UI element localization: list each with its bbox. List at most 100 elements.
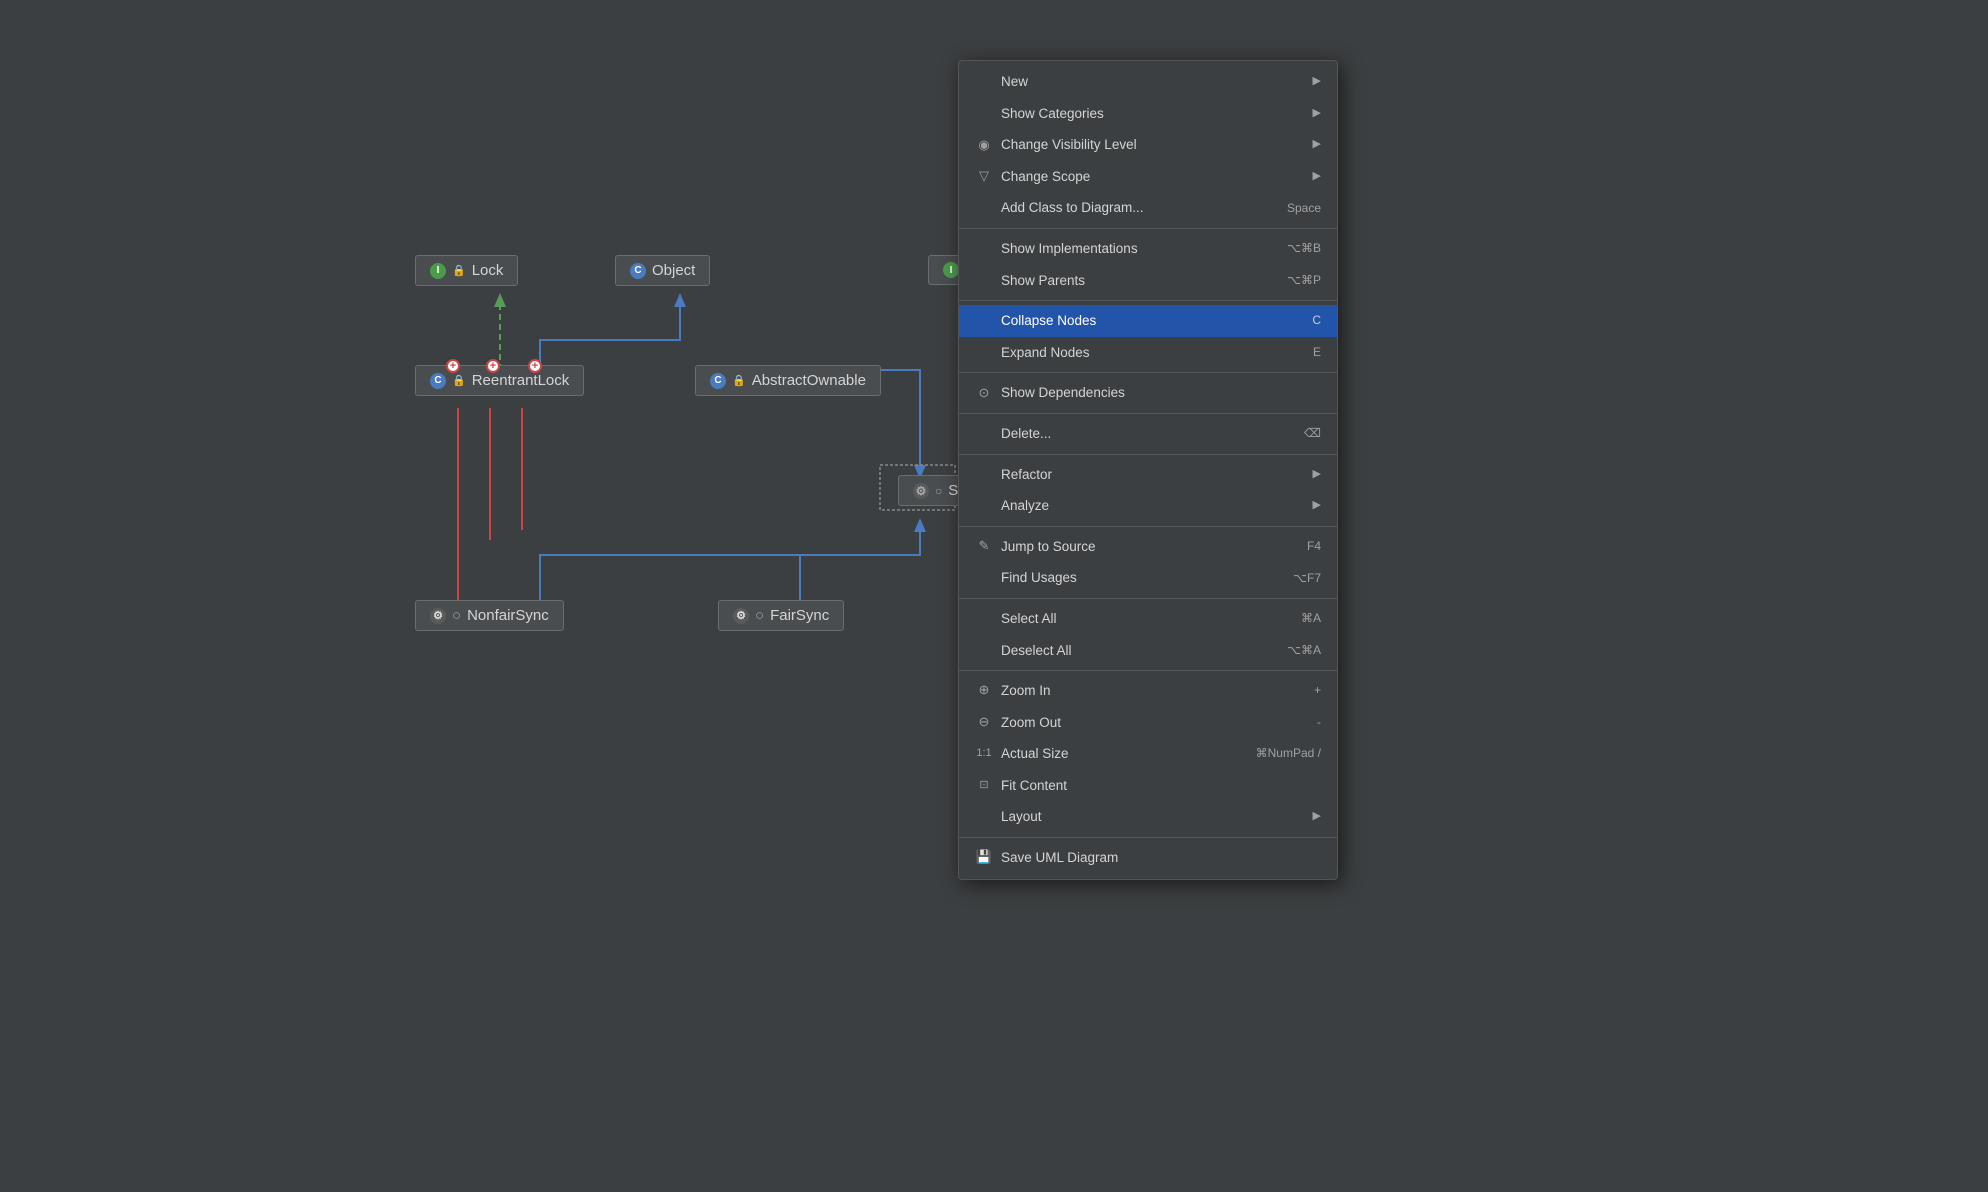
menu-label: Collapse Nodes <box>1001 310 1096 332</box>
node-label: FairSync <box>770 607 829 624</box>
gear-icon: ⚙ <box>733 608 749 624</box>
menu-label: Jump to Source <box>1001 536 1096 558</box>
menu-item-analyze[interactable]: Analyze ▶ <box>959 490 1337 522</box>
menu-label: Change Scope <box>1001 166 1090 188</box>
lock-icon: 🔒 <box>452 264 466 277</box>
shortcut-label: + <box>1314 681 1321 700</box>
submenu-arrow: ▶ <box>1313 73 1321 91</box>
menu-label: Show Dependencies <box>1001 382 1125 404</box>
class-icon: C <box>430 373 446 389</box>
menu-item-add-class[interactable]: Add Class to Diagram... Space <box>959 192 1337 224</box>
shortcut-label: - <box>1317 713 1321 732</box>
uml-node-abstractownable[interactable]: C 🔒 AbstractOwnable <box>695 365 881 396</box>
eye-icon: ◉ <box>975 135 993 156</box>
menu-item-deselect-all[interactable]: Deselect All ⌥⌘A <box>959 635 1337 667</box>
menu-item-refactor[interactable]: Refactor ▶ <box>959 459 1337 491</box>
separator-5 <box>959 454 1337 455</box>
separator-9 <box>959 837 1337 838</box>
menu-item-layout[interactable]: Layout ▶ <box>959 801 1337 833</box>
menu-label: Analyze <box>1001 495 1049 517</box>
menu-label: Layout <box>1001 806 1042 828</box>
menu-label: Select All <box>1001 608 1057 630</box>
uml-node-nonfairsync[interactable]: ⚙ ○ NonfairSync <box>415 600 564 631</box>
menu-label: Change Visibility Level <box>1001 134 1137 156</box>
link-icon: ⊙ <box>975 383 993 404</box>
menu-item-change-visibility[interactable]: ◉ Change Visibility Level ▶ <box>959 129 1337 161</box>
zoom-in-icon: ⊕ <box>975 680 993 701</box>
submenu-arrow: ▶ <box>1313 808 1321 826</box>
menu-label: Expand Nodes <box>1001 342 1090 364</box>
class-icon: C <box>630 263 646 279</box>
dot-label: ○ <box>755 607 764 624</box>
context-menu: New ▶ Show Categories ▶ ◉ Change Visibil… <box>958 60 1338 880</box>
uml-node-fairsync[interactable]: ⚙ ○ FairSync <box>718 600 844 631</box>
menu-label: Refactor <box>1001 464 1052 486</box>
fit-content-icon: ⊡ <box>975 777 993 795</box>
menu-label: Delete... <box>1001 423 1051 445</box>
menu-label: Deselect All <box>1001 640 1072 662</box>
shortcut-label: C <box>1312 311 1321 330</box>
shortcut-label: ⌘A <box>1301 609 1321 628</box>
menu-item-delete[interactable]: Delete... ⌫ <box>959 418 1337 450</box>
menu-label: Zoom Out <box>1001 712 1061 734</box>
menu-item-select-all[interactable]: Select All ⌘A <box>959 603 1337 635</box>
node-label: NonfairSync <box>467 607 549 624</box>
menu-label: Fit Content <box>1001 775 1067 797</box>
menu-item-find-usages[interactable]: Find Usages ⌥F7 <box>959 562 1337 594</box>
separator-4 <box>959 413 1337 414</box>
menu-label: Show Categories <box>1001 103 1104 125</box>
node-label: Object <box>652 262 695 279</box>
menu-item-show-dependencies[interactable]: ⊙ Show Dependencies <box>959 377 1337 409</box>
plus-handle-1[interactable]: + <box>446 359 460 373</box>
separator-3 <box>959 372 1337 373</box>
menu-item-new[interactable]: New ▶ <box>959 66 1337 98</box>
lock-icon: 🔒 <box>452 374 466 387</box>
menu-label: Find Usages <box>1001 567 1077 589</box>
separator-7 <box>959 598 1337 599</box>
node-label: AbstractOwnable <box>752 372 866 389</box>
uml-node-lock[interactable]: I 🔒 Lock <box>415 255 518 286</box>
actual-size-icon: 1:1 <box>975 745 993 763</box>
separator-6 <box>959 526 1337 527</box>
menu-item-fit-content[interactable]: ⊡ Fit Content <box>959 770 1337 802</box>
filter-icon: ▽ <box>975 166 993 187</box>
submenu-arrow: ▶ <box>1313 497 1321 515</box>
plus-handle-3[interactable]: + <box>528 359 542 373</box>
partial-label: S <box>948 482 958 499</box>
class-icon: C <box>710 373 726 389</box>
menu-item-jump-to-source[interactable]: ✎ Jump to Source F4 <box>959 531 1337 563</box>
gear-icon: ⚙ <box>913 483 929 499</box>
gear-icon: ⚙ <box>430 608 446 624</box>
uml-node-object[interactable]: C Object <box>615 255 710 286</box>
dot-label: ○ <box>935 484 942 498</box>
shortcut-label: ⌥F7 <box>1293 569 1321 588</box>
menu-item-show-categories[interactable]: Show Categories ▶ <box>959 98 1337 130</box>
menu-item-collapse-nodes[interactable]: Collapse Nodes C <box>959 305 1337 337</box>
menu-item-expand-nodes[interactable]: Expand Nodes E <box>959 337 1337 369</box>
menu-item-show-parents[interactable]: Show Parents ⌥⌘P <box>959 265 1337 297</box>
zoom-out-icon: ⊖ <box>975 712 993 733</box>
menu-item-change-scope[interactable]: ▽ Change Scope ▶ <box>959 161 1337 193</box>
submenu-arrow: ▶ <box>1313 168 1321 186</box>
shortcut-label: ⌫ <box>1304 424 1321 443</box>
menu-label: Actual Size <box>1001 743 1069 765</box>
menu-item-zoom-in[interactable]: ⊕ Zoom In + <box>959 675 1337 707</box>
menu-label: New <box>1001 71 1028 93</box>
menu-item-save-uml[interactable]: 💾 Save UML Diagram <box>959 842 1337 874</box>
shortcut-label: ⌥⌘P <box>1287 271 1321 290</box>
interface-icon: I <box>430 263 446 279</box>
submenu-arrow: ▶ <box>1313 136 1321 154</box>
plus-handle-2[interactable]: + <box>486 359 500 373</box>
menu-item-show-implementations[interactable]: Show Implementations ⌥⌘B <box>959 233 1337 265</box>
shortcut-label: ⌥⌘A <box>1287 641 1321 660</box>
shortcut-label: F4 <box>1307 537 1321 556</box>
menu-label: Add Class to Diagram... <box>1001 197 1144 219</box>
uml-node-reentrantlock[interactable]: C 🔒 ReentrantLock + + + <box>415 365 584 396</box>
menu-item-actual-size[interactable]: 1:1 Actual Size ⌘NumPad / <box>959 738 1337 770</box>
menu-label: Save UML Diagram <box>1001 847 1118 869</box>
shortcut-label: ⌘NumPad / <box>1256 744 1321 763</box>
interface-icon: I <box>943 262 959 278</box>
menu-label: Show Implementations <box>1001 238 1138 260</box>
menu-label: Show Parents <box>1001 270 1085 292</box>
menu-item-zoom-out[interactable]: ⊖ Zoom Out - <box>959 707 1337 739</box>
